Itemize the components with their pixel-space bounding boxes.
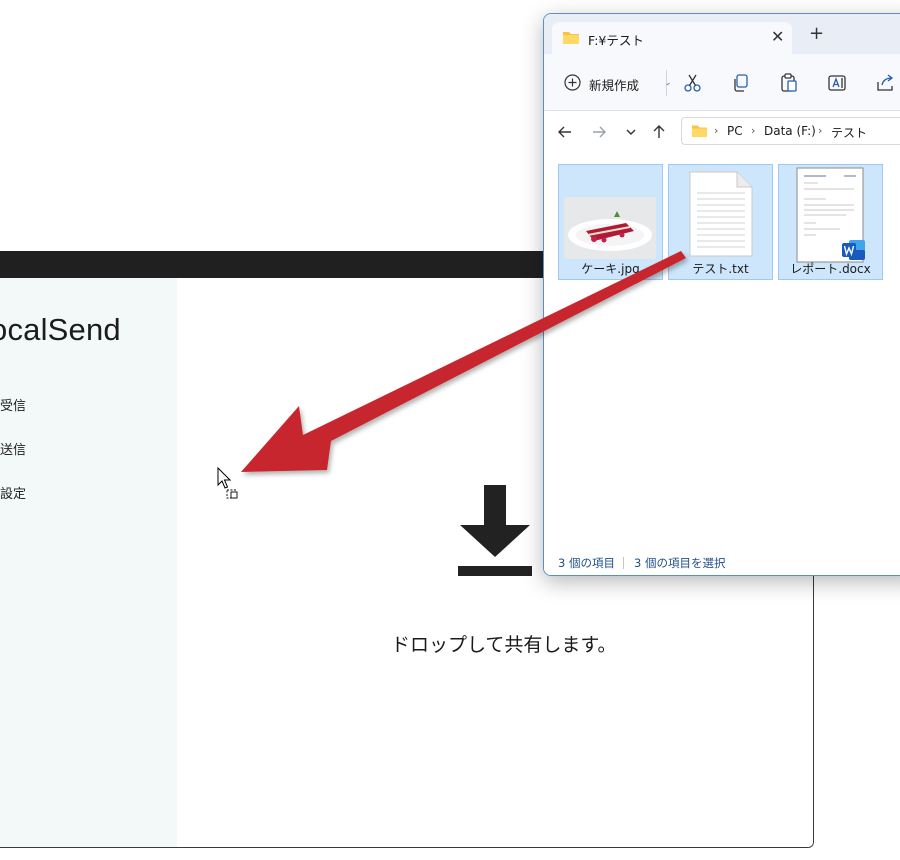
status-separator [623,557,624,569]
breadcrumb-separator: › [751,124,756,137]
desktop: ocalSend 受信 送信 設定 ドロップして共有します。 F:¥テスト ✕ [0,0,900,860]
toolbar-separator [666,70,667,96]
selection-count: 3 個の項目を選択 [634,556,726,570]
new-tab-button[interactable]: + [809,25,824,43]
tab-folder[interactable]: F:¥テスト ✕ [552,22,792,54]
file-item-doc[interactable]: レポート.docx [778,164,883,280]
navigation-bar: › PC › Data (F:) › テスト [544,111,900,155]
command-bar: 新規作成 ⌄ [544,54,900,110]
tab-title: F:¥テスト [588,33,644,48]
breadcrumb-drive[interactable]: Data (F:) [764,124,816,138]
rename-icon[interactable] [826,72,848,94]
arrow-left-icon[interactable] [556,123,574,141]
nav-item-settings[interactable]: 設定 [0,483,26,502]
new-button-label: 新規作成 [589,78,640,93]
nav-item-send[interactable]: 送信 [0,439,26,458]
breadcrumb-pc[interactable]: PC [727,124,743,138]
status-bar: 3 個の項目 3 個の項目を選択 [544,551,900,575]
folder-icon [692,125,707,137]
arrow-right-icon[interactable] [590,123,608,141]
localsend-sidebar: ocalSend 受信 送信 設定 [0,278,177,847]
file-name: レポート.docx [790,262,871,276]
file-item-cake[interactable]: ケーキ.jpg [558,164,663,280]
explorer-window: F:¥テスト ✕ + 新規作成 ⌄ › PC › Data (F:) › テスト… [543,13,900,576]
tab-strip: F:¥テスト ✕ + [544,14,900,54]
text-file-icon [689,171,753,257]
file-name: テスト.txt [692,262,749,276]
image-thumbnail [564,197,656,259]
copy-icon[interactable] [730,72,752,94]
file-item-text[interactable]: テスト.txt [668,164,773,280]
nav-item-receive[interactable]: 受信 [0,395,26,414]
word-icon [842,240,865,260]
share-icon[interactable] [874,72,896,94]
close-icon[interactable]: ✕ [771,27,784,46]
file-name: ケーキ.jpg [581,262,640,276]
file-list: ケーキ.jpg テスト.txt レポート.docx [544,155,900,551]
plus-circle-icon [564,74,581,91]
app-name: ocalSend [0,312,121,347]
item-count: 3 個の項目 [558,556,615,570]
drop-hint: ドロップして共有します。 [391,634,617,656]
download-icon [458,485,532,576]
folder-icon [563,32,579,44]
breadcrumb-separator: › [818,124,823,137]
address-bar[interactable]: › PC › Data (F:) › テスト [681,117,900,145]
arrow-up-icon[interactable] [650,123,668,141]
breadcrumb-separator: › [714,124,719,137]
scissors-icon[interactable] [682,72,704,94]
breadcrumb-folder[interactable]: テスト [831,124,867,141]
chevron-down-icon[interactable] [622,123,640,141]
clipboard-icon[interactable] [778,72,800,94]
drag-cursor-icon [217,467,238,499]
